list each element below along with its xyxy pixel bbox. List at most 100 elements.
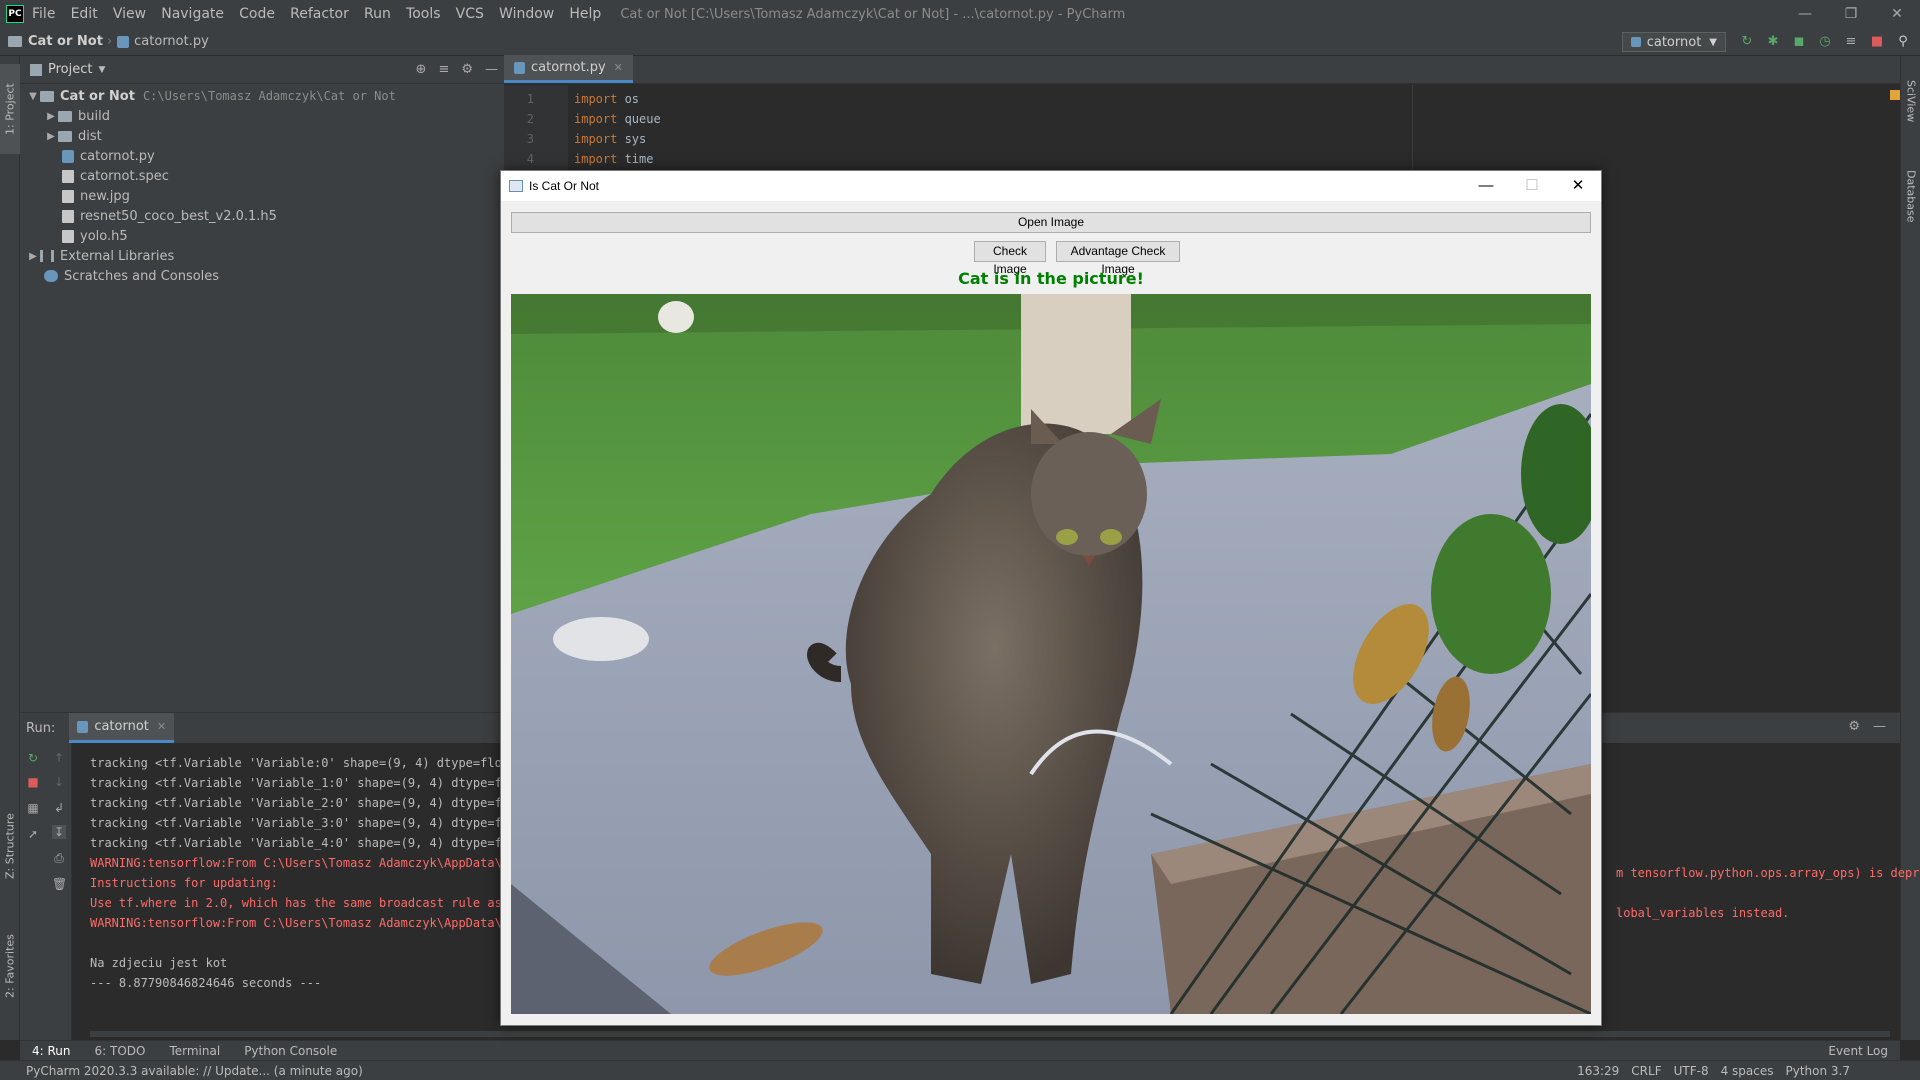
tab-database[interactable]: Database <box>1901 156 1920 236</box>
menu-file[interactable]: File <box>32 6 55 22</box>
tab-structure[interactable]: Z: Structure <box>0 796 20 896</box>
event-log-button[interactable]: Event Log <box>1828 1044 1888 1058</box>
chevron-down-icon[interactable]: ▼ <box>26 91 40 102</box>
collapse-all-icon[interactable]: ≡ <box>438 62 449 77</box>
project-panel-title[interactable]: Project <box>48 62 92 77</box>
dialog-title-bar: Is Cat Or Not — ☐ ✕ <box>501 171 1601 201</box>
hide-icon[interactable]: — <box>485 62 498 77</box>
tree-item-yolo-h5[interactable]: yolo.h5 <box>62 226 128 246</box>
run-tab-catornot[interactable]: catornot ✕ <box>69 713 175 743</box>
chevron-right-icon[interactable]: ▶ <box>44 131 58 142</box>
down-arrow-icon[interactable]: ↓ <box>52 775 66 789</box>
hide-icon[interactable]: — <box>1873 719 1886 734</box>
tab-project[interactable]: 1: Project <box>0 64 20 154</box>
line-separator[interactable]: CRLF <box>1631 1064 1661 1078</box>
rerun-icon[interactable]: ↻ <box>26 751 40 765</box>
menu-navigate[interactable]: Navigate <box>161 6 224 22</box>
minimize-icon[interactable]: — <box>1463 171 1509 201</box>
trash-icon[interactable]: 🗑 <box>52 877 67 891</box>
tab-run[interactable]: 4: Run <box>32 1044 71 1058</box>
tab-todo[interactable]: 6: TODO <box>95 1044 146 1058</box>
restore-icon[interactable]: ❐ <box>1828 0 1874 28</box>
status-message[interactable]: PyCharm 2020.3.3 available: // Update...… <box>26 1064 363 1078</box>
rerun-icon[interactable]: ↻ <box>1738 32 1756 50</box>
console-line: WARNING:tensorflow:From C:\Users\Tomasz … <box>90 916 517 930</box>
advantage-check-image-button[interactable]: Advantage Check Image <box>1056 241 1180 276</box>
layout-icon[interactable]: ▦ <box>26 801 40 815</box>
tab-python-console[interactable]: Python Console <box>244 1044 337 1058</box>
menu-run[interactable]: Run <box>364 6 391 22</box>
file-encoding[interactable]: UTF-8 <box>1674 1064 1709 1078</box>
profile-icon[interactable]: ◷ <box>1816 32 1834 50</box>
tree-item-catornot-py[interactable]: catornot.py <box>62 146 155 166</box>
scratches-icon <box>44 270 58 282</box>
tree-item-label: new.jpg <box>80 188 130 204</box>
tree-item-catornot-spec[interactable]: catornot.spec <box>62 166 169 186</box>
chevron-down-icon[interactable]: ▼ <box>98 65 105 75</box>
horizontal-scrollbar[interactable] <box>90 1031 1890 1037</box>
code-line[interactable]: import os <box>574 89 639 109</box>
up-arrow-icon[interactable]: ↑ <box>52 751 66 765</box>
title-bar: PC File Edit View Navigate Code Refactor… <box>0 0 1920 28</box>
code-line[interactable]: import queue <box>574 109 661 129</box>
concurrency-icon[interactable]: ≡ <box>1842 32 1860 50</box>
console-line: tracking <tf.Variable 'Variable_3:0' sha… <box>90 816 517 830</box>
minimize-icon[interactable]: — <box>1782 0 1828 28</box>
chevron-right-icon[interactable]: ▶ <box>26 251 40 262</box>
tab-terminal[interactable]: Terminal <box>169 1044 220 1058</box>
chevron-right-icon[interactable]: ▶ <box>44 111 58 122</box>
tree-root[interactable]: ▼ Cat or Not C:\Users\Tomasz Adamczyk\Ca… <box>26 86 396 106</box>
menu-refactor[interactable]: Refactor <box>290 6 349 22</box>
pin-icon[interactable]: ➚ <box>26 827 40 841</box>
dialog-title: Is Cat Or Not <box>529 179 600 193</box>
breadcrumb-file[interactable]: catornot.py <box>134 34 209 49</box>
close-icon[interactable]: ✕ <box>614 61 623 74</box>
console-line: lobal_variables instead. <box>1616 906 1790 920</box>
menu-view[interactable]: View <box>113 6 146 22</box>
close-icon[interactable]: ✕ <box>1555 171 1601 201</box>
soft-wrap-icon[interactable]: ↲ <box>52 801 66 815</box>
tree-root-path: C:\Users\Tomasz Adamczyk\Cat or Not <box>142 89 396 103</box>
menu-code[interactable]: Code <box>239 6 275 22</box>
search-icon[interactable]: ⚲ <box>1894 32 1912 50</box>
tree-item-resnet-h5[interactable]: resnet50_coco_best_v2.0.1.h5 <box>62 206 277 226</box>
gear-icon[interactable]: ⚙ <box>1848 719 1860 734</box>
tree-item-external-libraries[interactable]: ▶ External Libraries <box>26 246 174 266</box>
project-icon <box>30 63 42 76</box>
scroll-to-end-icon[interactable]: ↧ <box>52 825 66 839</box>
menu-vcs[interactable]: VCS <box>456 6 484 22</box>
code-line[interactable]: import time <box>574 149 653 169</box>
tree-item-dist[interactable]: ▶ dist <box>44 126 102 146</box>
check-image-button[interactable]: Check Image <box>974 241 1046 276</box>
gear-icon[interactable]: ⚙ <box>461 62 473 77</box>
tree-item-build[interactable]: ▶ build <box>44 106 110 126</box>
debug-icon[interactable]: ✱ <box>1764 32 1782 50</box>
stop-icon[interactable]: ■ <box>26 775 40 789</box>
code-line[interactable]: import sys <box>574 129 646 149</box>
caret-position[interactable]: 163:29 <box>1577 1064 1619 1078</box>
interpreter-select[interactable]: Python 3.7 <box>1786 1064 1851 1078</box>
tab-sciview[interactable]: SciView <box>1901 66 1920 136</box>
pycharm-logo-icon: PC <box>6 5 24 23</box>
menu-help[interactable]: Help <box>569 6 601 22</box>
coverage-icon[interactable]: ◼ <box>1790 32 1808 50</box>
close-icon[interactable]: ✕ <box>157 720 166 733</box>
tree-item-label: yolo.h5 <box>80 228 128 244</box>
editor-tab-catornot[interactable]: catornot.py ✕ <box>504 55 633 83</box>
locate-icon[interactable]: ⊕ <box>416 62 427 77</box>
inspection-warning-icon[interactable] <box>1890 90 1900 100</box>
close-icon[interactable]: ✕ <box>1874 0 1920 28</box>
tab-favorites[interactable]: 2: Favorites <box>0 916 20 1016</box>
cat-photo <box>511 294 1591 1014</box>
run-configuration-select[interactable]: catornot ▼ <box>1621 32 1726 52</box>
open-image-button[interactable]: Open Image <box>511 212 1591 233</box>
breadcrumb-project[interactable]: Cat or Not <box>28 34 103 49</box>
indent-setting[interactable]: 4 spaces <box>1721 1064 1774 1078</box>
menu-tools[interactable]: Tools <box>406 6 441 22</box>
tree-item-scratches[interactable]: Scratches and Consoles <box>44 266 219 286</box>
menu-window[interactable]: Window <box>499 6 554 22</box>
print-icon[interactable]: ⎙ <box>52 851 66 865</box>
tree-item-new-jpg[interactable]: new.jpg <box>62 186 130 206</box>
menu-edit[interactable]: Edit <box>71 6 98 22</box>
stop-icon[interactable]: ■ <box>1868 32 1886 50</box>
